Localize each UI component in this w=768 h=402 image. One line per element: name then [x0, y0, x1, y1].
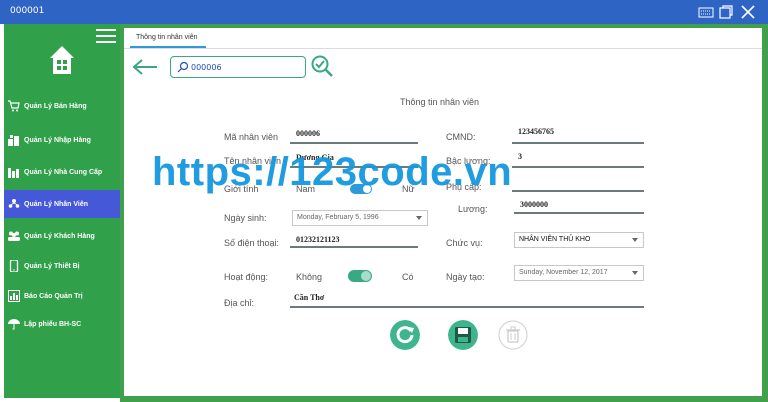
sidebar-item-sales[interactable]: Quản Lý Bán Hàng	[4, 92, 120, 120]
active-yes-label: Có	[402, 272, 414, 282]
supplier-icon	[8, 168, 19, 178]
phone-value[interactable]: 01232121123	[296, 235, 340, 244]
maximize-icon[interactable]	[718, 4, 734, 20]
employee-id-label: Mã nhân viên	[224, 132, 279, 142]
sidebar-item-label: Quản Lý Bán Hàng	[24, 102, 87, 110]
created-date-label: Ngày tạo:	[446, 272, 485, 282]
umbrella-icon	[8, 319, 20, 330]
chevron-down-icon	[416, 216, 422, 220]
sidebar-item-warranty[interactable]: Lập phiếu BH-SC	[4, 310, 120, 338]
allowance-underline	[512, 190, 644, 192]
sidebar-item-device[interactable]: Quản Lý Thiết Bị	[4, 252, 120, 280]
address-underline	[290, 306, 644, 308]
home-icon[interactable]	[48, 44, 76, 76]
address-label: Địa chỉ:	[224, 298, 255, 308]
position-select[interactable]: NHÂN VIÊN THỦ KHO	[514, 232, 644, 248]
sidebar-item-report[interactable]: Báo Cáo Quản Trị	[4, 282, 120, 310]
salary-grade-underline	[512, 166, 644, 168]
birthdate-picker[interactable]: Monday, February 5, 1996	[292, 210, 428, 226]
chevron-down-icon	[632, 238, 638, 242]
created-date-picker[interactable]: Sunday, November 12, 2017	[514, 265, 644, 281]
chevron-down-icon	[632, 271, 638, 275]
birthdate-value: Monday, February 5, 1996	[297, 214, 379, 221]
id-card-underline	[512, 142, 644, 144]
tab-divider	[124, 48, 762, 49]
refresh-button[interactable]	[390, 320, 420, 350]
sidebar-item-supplier[interactable]: Quản Lý Nhà Cung Cấp	[4, 158, 120, 186]
employee-id-value[interactable]: 000006	[296, 129, 320, 138]
position-label: Chức vụ:	[446, 238, 483, 248]
sidebar-item-import[interactable]: Quản Lý Nhập Hàng	[4, 126, 120, 154]
save-button[interactable]	[448, 320, 478, 350]
search-box	[170, 56, 306, 78]
salary-value[interactable]: 3000000	[520, 200, 548, 209]
delete-button[interactable]	[498, 320, 528, 350]
window-title: 000001	[10, 6, 45, 16]
search-input[interactable]	[191, 60, 301, 74]
active-toggle[interactable]	[348, 270, 372, 282]
sidebar-item-staff[interactable]: Quản Lý Nhân Viên	[4, 190, 120, 218]
form-title: Thông tin nhân viên	[400, 97, 480, 107]
salary-grade-value[interactable]: 3	[518, 152, 522, 161]
sidebar-item-label: Quản Lý Khách Hàng	[24, 232, 95, 240]
keyboard-icon[interactable]	[698, 4, 714, 20]
employee-id-underline	[290, 142, 418, 144]
staff-icon	[8, 199, 20, 208]
sidebar-item-label: Quản Lý Nhân Viên	[24, 200, 89, 208]
close-icon[interactable]	[740, 4, 756, 20]
customers-icon	[8, 231, 20, 241]
phone-underline	[290, 246, 418, 248]
menu-icon[interactable]	[96, 28, 116, 44]
sidebar-item-label: Báo Cáo Quản Trị	[24, 292, 83, 300]
tab-staff-info[interactable]: Thông tin nhân viên	[130, 30, 206, 48]
id-card-value[interactable]: 123456765	[518, 127, 554, 136]
position-value: NHÂN VIÊN THỦ KHO	[519, 236, 591, 243]
sidebar-item-label: Lập phiếu BH-SC	[24, 320, 82, 328]
salary-underline	[514, 212, 644, 214]
salary-label: Lương:	[458, 204, 488, 214]
title-bar: 000001	[0, 0, 768, 24]
id-card-label: CMND:	[446, 132, 476, 142]
sidebar-item-customers[interactable]: Quản Lý Khách Hàng	[4, 222, 120, 250]
watermark: https://123code.vn	[152, 150, 513, 194]
sidebar: Quản Lý Bán Hàng Quản Lý Nhập Hàng Quản …	[4, 24, 120, 398]
search-icon	[177, 61, 189, 73]
sidebar-item-label: Quản Lý Nhập Hàng	[24, 136, 91, 144]
cart-icon	[8, 100, 20, 112]
sidebar-item-label: Quản Lý Thiết Bị	[24, 262, 80, 270]
phone-label: Số điện thoại:	[224, 238, 280, 248]
birthdate-label: Ngày sinh:	[224, 213, 267, 223]
active-no-label: Không	[296, 272, 323, 282]
back-arrow-icon[interactable]	[132, 58, 158, 76]
sidebar-item-label: Quản Lý Nhà Cung Cấp	[24, 168, 103, 176]
address-value[interactable]: Cần Thơ	[294, 293, 324, 302]
import-icon	[8, 135, 19, 146]
created-date-value: Sunday, November 12, 2017	[519, 269, 608, 276]
active-label: Hoạt động:	[224, 272, 269, 282]
device-icon	[9, 260, 19, 272]
search-check-icon[interactable]	[310, 54, 334, 78]
report-icon	[8, 290, 20, 302]
main-panel: Thông tin nhân viên Thông tin nhân viên …	[124, 28, 762, 396]
